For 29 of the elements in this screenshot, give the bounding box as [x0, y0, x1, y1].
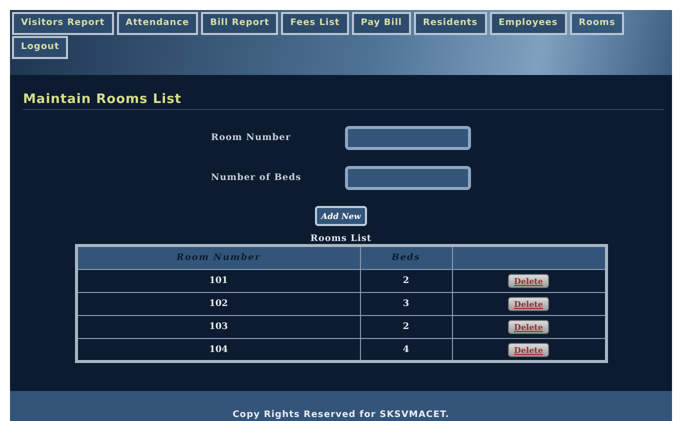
add-button[interactable]: Add New [315, 206, 367, 226]
nav-tab[interactable]: Bill Report [201, 12, 278, 35]
nav-tab[interactable]: Residents [414, 12, 487, 35]
delete-button[interactable]: Delete [508, 342, 549, 356]
column-header: Beds [360, 246, 452, 270]
nav-tab[interactable]: Fees List [281, 12, 349, 35]
delete-button[interactable]: Delete [508, 274, 549, 288]
table-cell: 102 [76, 292, 360, 316]
table-caption: Rooms List [310, 234, 372, 244]
table-cell: 2 [360, 316, 452, 338]
delete-button[interactable]: Delete [508, 320, 549, 334]
input-field[interactable] [345, 166, 471, 190]
field-label: Number of Beds [211, 173, 302, 183]
delete-button[interactable]: Delete [508, 297, 549, 311]
nav-tab[interactable]: Rooms [570, 12, 624, 35]
nav-tab[interactable]: Attendance [116, 12, 198, 35]
nav-tab[interactable]: Visitors Report [12, 12, 114, 35]
page-title: Maintain Rooms List [23, 92, 664, 110]
nav-tab[interactable]: Pay Bill [352, 12, 411, 35]
column-header: Room Number [76, 246, 360, 270]
copyright-text: Copy Rights Reserved for SKSVMACET. [232, 410, 450, 420]
field-label: Room Number [211, 133, 292, 143]
table-cell: 101 [76, 270, 360, 292]
input-field[interactable] [345, 126, 471, 150]
nav-tab[interactable]: Employees [490, 12, 567, 35]
table-cell: 103 [76, 316, 360, 338]
nav-tab[interactable]: Logout [12, 36, 68, 59]
table-cell: 2 [360, 270, 452, 292]
table-cell: 3 [360, 292, 452, 316]
